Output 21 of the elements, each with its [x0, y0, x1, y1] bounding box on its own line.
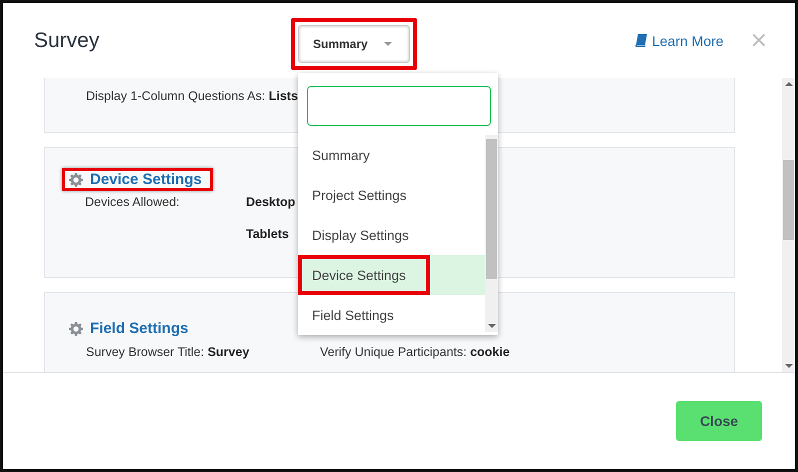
field-label: Devices Allowed:: [85, 194, 180, 210]
scrollbar[interactable]: [782, 78, 795, 372]
field-value: Desktop: [246, 194, 296, 210]
search-field[interactable]: [307, 86, 491, 126]
close-button[interactable]: Close: [676, 401, 762, 441]
caret-icon: [384, 42, 392, 46]
dropdown-option[interactable]: Field Settings: [298, 295, 485, 335]
modal-title: Survey: [34, 28, 100, 52]
field-value: Tablets: [246, 226, 289, 242]
section-heading: Device Settings: [90, 171, 202, 188]
section-heading: Field Settings: [90, 320, 188, 337]
setting-text: Display 1-Column Questions As: Lists: [85, 88, 299, 105]
gear-icon: [69, 172, 83, 186]
dropdown-option[interactable]: Device Settings: [298, 255, 430, 295]
section-select[interactable]: Summary: [298, 24, 410, 62]
learn-more-link[interactable]: Learn More: [634, 32, 724, 48]
setting-text: Verify Unique Participants: cookie: [319, 344, 511, 361]
gear-icon: [69, 322, 83, 336]
setting-text: Survey Browser Title: Survey: [85, 344, 250, 361]
book-icon: [634, 34, 647, 47]
scrollbar[interactable]: [485, 135, 498, 332]
